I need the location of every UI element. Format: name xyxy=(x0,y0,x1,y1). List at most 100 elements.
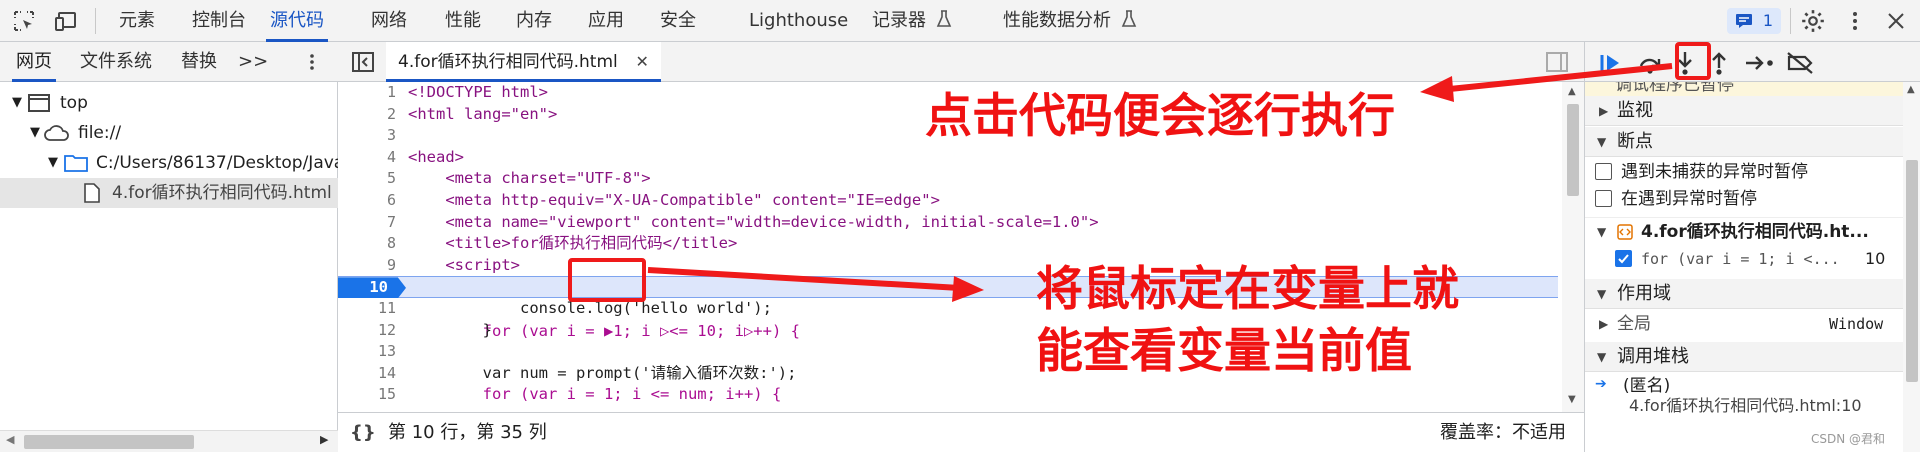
close-tab-icon[interactable]: ✕ xyxy=(635,52,648,71)
more-tabs-button[interactable]: >> xyxy=(238,42,268,82)
horizontal-scrollbar[interactable]: ◀ ▶ xyxy=(0,430,338,452)
toggle-debugger-icon[interactable] xyxy=(1546,52,1568,72)
deactivate-breakpoints-icon[interactable] xyxy=(1785,50,1815,76)
tab-overrides[interactable]: 替换 xyxy=(181,42,217,82)
tab-network[interactable]: 网络 xyxy=(371,0,407,42)
line-number[interactable]: 1 xyxy=(338,82,396,104)
close-icon[interactable] xyxy=(1884,9,1908,33)
scroll-right-icon[interactable]: ▶ xyxy=(320,433,328,446)
code-line[interactable]: 6 <meta http-equiv="X-UA-Compatible" con… xyxy=(338,190,1558,212)
tree-item-folder[interactable]: ▼ C:/Users/86137/Desktop/JavaS xyxy=(0,148,338,178)
annotation-hover-hint-line1: 将鼠标定在变量上就 xyxy=(1036,262,1459,317)
device-toolbar-icon[interactable] xyxy=(54,9,78,33)
tab-recorder[interactable]: 记录器 xyxy=(872,0,952,42)
chevron-down-icon: ▼ xyxy=(1597,135,1607,149)
tab-application[interactable]: 应用 xyxy=(588,0,624,42)
scroll-down-icon[interactable]: ▼ xyxy=(1568,394,1576,405)
breakpoint-file-group[interactable]: ▼ 4.for循环执行相同代码.ht... xyxy=(1585,217,1903,245)
code-line[interactable]: 4 <head> xyxy=(338,147,1558,169)
line-number[interactable]: 7 xyxy=(338,212,396,234)
breakpoint-marker[interactable]: 10 xyxy=(338,277,406,299)
pause-caught-option[interactable]: 在遇到异常时暂停 xyxy=(1585,185,1903,213)
frame-location: 4.for循环执行相同代码.html:10 xyxy=(1629,396,1862,415)
pause-uncaught-option[interactable]: 遇到未捕获的异常时暂停 xyxy=(1585,158,1903,186)
gear-icon[interactable] xyxy=(1800,8,1826,34)
scroll-up-icon[interactable]: ▲ xyxy=(1907,84,1915,95)
tab-filesystem[interactable]: 文件系统 xyxy=(80,42,152,82)
line-number[interactable]: 14 xyxy=(338,363,396,385)
more-vert-icon[interactable] xyxy=(1843,9,1867,33)
breakpoint-item[interactable]: for (var i = 1; i <... 10 xyxy=(1585,245,1903,273)
vertical-scrollbar[interactable]: ▲ ▼ xyxy=(1562,82,1584,412)
inspect-element-icon[interactable] xyxy=(12,9,36,33)
section-callstack[interactable]: ▼ 调用堆栈 xyxy=(1585,342,1903,372)
scope-global[interactable]: ▶ 全局 Window xyxy=(1585,310,1903,338)
tab-lighthouse[interactable]: Lighthouse xyxy=(749,0,848,42)
scrollbar-thumb[interactable] xyxy=(1906,160,1918,382)
line-number[interactable]: 5 xyxy=(338,168,396,190)
section-watch[interactable]: ▶ 监视 xyxy=(1585,96,1903,126)
breakpoint-file-name: 4.for循环执行相同代码.ht... xyxy=(1641,222,1869,242)
tab-elements[interactable]: 元素 xyxy=(119,0,155,42)
tab-performance-insights[interactable]: 性能数据分析 xyxy=(1003,0,1137,42)
chevron-right-icon: ▶ xyxy=(1599,317,1609,331)
tab-memory[interactable]: 内存 xyxy=(516,0,552,42)
chevron-down-icon: ▼ xyxy=(30,125,40,140)
line-number[interactable]: 3 xyxy=(338,125,396,147)
section-scope[interactable]: ▼ 作用域 xyxy=(1585,279,1903,309)
step-over-icon[interactable] xyxy=(1637,50,1663,76)
checkbox[interactable] xyxy=(1595,190,1612,207)
editor-file-tab[interactable]: 4.for循环执行相同代码.html ✕ xyxy=(386,42,661,82)
line-number[interactable]: 13 xyxy=(338,341,396,363)
code-line[interactable]: 7 <meta name="viewport" content="width=d… xyxy=(338,212,1558,234)
line-number[interactable]: 2 xyxy=(338,104,396,126)
chevron-down-icon: ▼ xyxy=(12,95,22,110)
checkbox[interactable] xyxy=(1615,250,1632,267)
step-icon[interactable] xyxy=(1744,50,1776,76)
section-title: 断点 xyxy=(1617,131,1653,152)
issues-badge[interactable]: 1 xyxy=(1727,8,1781,34)
debugger-toolbar xyxy=(1585,42,1920,82)
line-number[interactable]: 6 xyxy=(338,190,396,212)
section-title: 作用域 xyxy=(1617,283,1671,304)
flask-icon xyxy=(1121,10,1136,27)
line-number: 10 xyxy=(369,278,388,297)
code-line[interactable]: 5 <meta charset="UTF-8"> xyxy=(338,168,1558,190)
scroll-up-icon[interactable]: ▲ xyxy=(1568,86,1576,97)
line-number[interactable]: 4 xyxy=(338,147,396,169)
toggle-navigator-icon[interactable] xyxy=(352,52,374,72)
tab-security[interactable]: 安全 xyxy=(660,0,696,42)
tab-recorder-label: 记录器 xyxy=(872,10,926,31)
tab-sources[interactable]: 源代码 xyxy=(266,0,328,42)
tree-item-file-origin[interactable]: ▼ file:// xyxy=(0,118,338,148)
watermark: CSDN @君和 xyxy=(1811,432,1886,446)
coverage-status: 覆盖率：不适用 xyxy=(1440,422,1566,443)
more-vert-icon[interactable] xyxy=(302,52,322,72)
checkbox[interactable] xyxy=(1595,163,1612,180)
section-breakpoints[interactable]: ▼ 断点 xyxy=(1585,127,1903,157)
pretty-print-icon[interactable]: {} xyxy=(350,413,376,452)
tab-console[interactable]: 控制台 xyxy=(192,0,246,42)
tree-item-file[interactable]: 4.for循环执行相同代码.html xyxy=(0,178,338,208)
callstack-frame[interactable]: ➔ (匿名) 4.for循环执行相同代码.html:10 xyxy=(1585,372,1903,420)
line-number[interactable]: 15 xyxy=(338,384,396,406)
line-number[interactable]: 9 xyxy=(338,255,396,277)
line-number[interactable]: 8 xyxy=(338,233,396,255)
line-number[interactable]: 12 xyxy=(338,320,396,342)
vertical-scrollbar[interactable]: ▲ xyxy=(1903,82,1920,452)
current-frame-arrow-icon: ➔ xyxy=(1595,376,1607,392)
tab-page[interactable]: 网页 xyxy=(12,42,56,82)
scroll-left-icon[interactable]: ◀ xyxy=(6,433,14,446)
tree-label: file:// xyxy=(78,123,122,143)
annotation-hover-hint-line2: 能查看变量当前值 xyxy=(1036,324,1412,379)
code-text: } xyxy=(408,320,492,339)
resume-icon[interactable] xyxy=(1597,50,1623,76)
tab-performance-insights-label: 性能数据分析 xyxy=(1003,10,1111,31)
scrollbar-thumb[interactable] xyxy=(24,435,194,449)
scope-value: Window xyxy=(1829,315,1884,333)
tree-item-top[interactable]: ▼ top xyxy=(0,88,338,118)
tab-performance[interactable]: 性能 xyxy=(445,0,481,42)
scrollbar-thumb[interactable] xyxy=(1567,104,1579,196)
line-number[interactable]: 11 xyxy=(338,298,396,320)
code-line[interactable]: 15 for (var i = 1; i <= num; i++) { xyxy=(338,384,1558,406)
